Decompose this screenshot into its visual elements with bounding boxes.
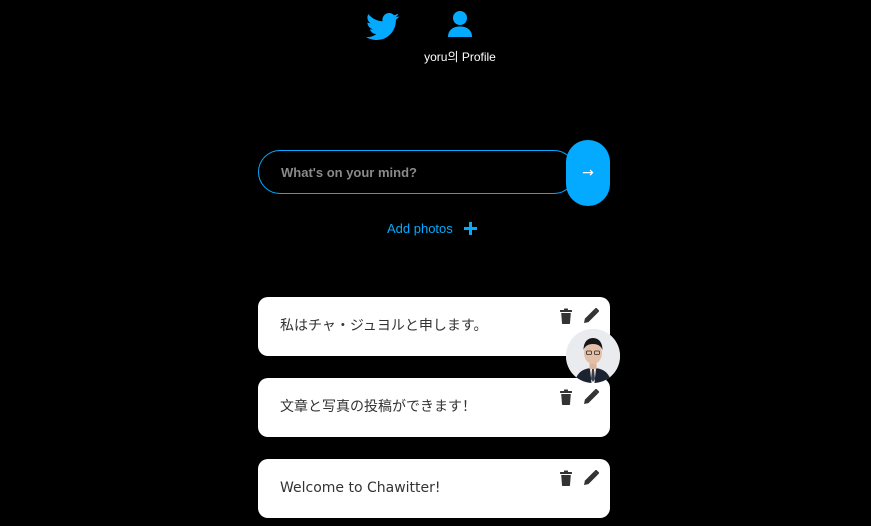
plus-icon (463, 221, 477, 235)
home-link[interactable] (366, 12, 400, 42)
trash-icon[interactable] (558, 308, 574, 324)
profile-label: yoru의 Profile (424, 50, 496, 64)
trash-icon[interactable] (558, 389, 574, 405)
profile-link[interactable]: yoru의 Profile (410, 10, 510, 70)
tweet-card: 文章と写真の投稿ができます！ (258, 378, 610, 437)
tweet-input[interactable] (258, 150, 576, 194)
tweet-card: 私はチャ・ジュヨルと申します。 (258, 297, 620, 383)
twitter-bird-icon (366, 12, 400, 41)
trash-icon[interactable] (558, 470, 574, 486)
tweet-actions (558, 469, 600, 486)
tweet-text: Welcome to Chawitter! (280, 480, 441, 496)
tweet-photo (566, 329, 620, 383)
add-photos-button[interactable]: Add photos (387, 218, 477, 238)
tweet-actions (558, 307, 600, 324)
tweet-text: 文章と写真の投稿ができます！ (280, 399, 476, 415)
tweet-card: Welcome to Chawitter! (258, 459, 610, 518)
tweet-text: 私はチャ・ジュヨルと申します。 (280, 318, 488, 334)
pencil-icon[interactable] (583, 388, 600, 405)
tweet-actions (558, 388, 600, 405)
submit-button[interactable]: → (566, 140, 610, 206)
user-icon (448, 11, 472, 37)
tweet-composer: → (258, 140, 610, 206)
pencil-icon[interactable] (583, 469, 600, 486)
add-photos-label: Add photos (387, 220, 453, 236)
top-nav: yoru의 Profile (0, 0, 871, 80)
pencil-icon[interactable] (583, 307, 600, 324)
